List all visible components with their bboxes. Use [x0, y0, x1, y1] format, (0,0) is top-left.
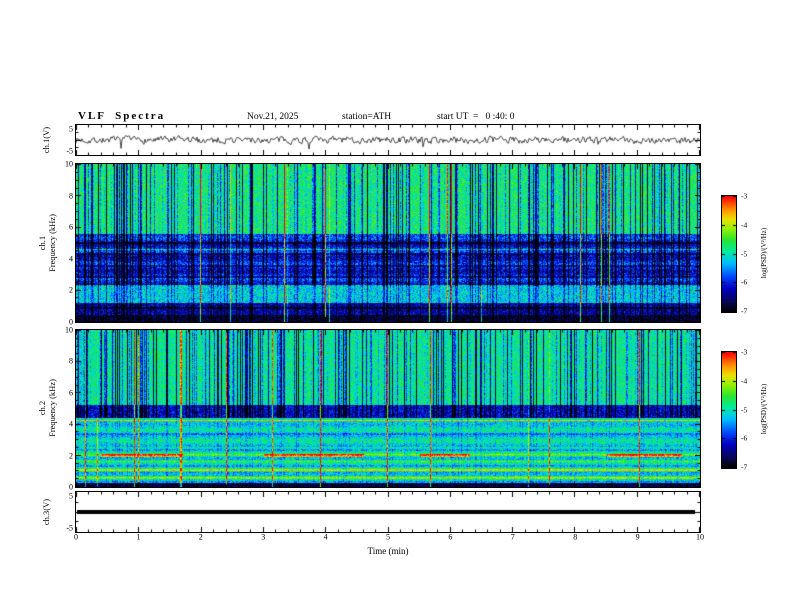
y-tick-label: -5: [66, 523, 73, 533]
colorbar-tick-label: -5: [741, 405, 748, 414]
colorbar-tick-label: -3: [741, 191, 748, 201]
ch3-waveform-panel: [75, 491, 701, 533]
x-tick-label: 4: [323, 532, 328, 542]
colorbar-2: [721, 351, 737, 469]
colorbar-tick-label: -5: [741, 249, 748, 258]
ch1-waveform-panel: [75, 124, 701, 156]
y-tick-label: 10: [65, 159, 73, 169]
colorbar-tick-label: -7: [741, 306, 748, 316]
y-tick-label: 6: [69, 222, 73, 232]
ch1-waveform-canvas: [76, 125, 700, 155]
colorbar-tick-label: -6: [741, 433, 748, 443]
x-tick-label: 0: [74, 532, 78, 542]
date-label: Nov.21, 2025: [247, 112, 299, 122]
y-tick-label: 10: [65, 325, 73, 335]
ch1-spectrogram-canvas: [76, 164, 700, 322]
colorbar-tick-label: -3: [741, 347, 748, 357]
ch3-waveform-canvas: [76, 492, 700, 532]
ch2-spectrogram-axis-label: ch.2 Frequency (kHz): [37, 379, 57, 437]
start-ut-label: start UT = 0 :40: 0: [437, 112, 515, 122]
x-tick-label: 8: [573, 532, 578, 542]
x-tick-label: 7: [510, 532, 515, 542]
y-tick-label: 0: [69, 482, 73, 492]
x-tick-label: 6: [448, 532, 453, 542]
colorbar-1: [721, 195, 737, 313]
x-tick-label: 3: [261, 532, 266, 542]
ch2-axis-label-line2: Frequency (kHz): [47, 379, 57, 437]
y-tick-label: 4: [69, 419, 73, 429]
ch1-spectrogram-panel: [75, 163, 701, 323]
colorbar-2-label: log(PSD)/(V²/Hz): [759, 383, 768, 435]
ch1-voltage-axis-label: ch.1(V): [40, 126, 51, 154]
x-axis-title: Time (min): [367, 546, 409, 556]
y-tick-label: 8: [69, 191, 73, 201]
colorbar-2-canvas: [722, 352, 736, 468]
y-tick-label: 8: [69, 356, 73, 366]
x-tick-label: 10: [696, 532, 704, 542]
colorbar-tick-label: -7: [741, 462, 748, 472]
ch3-voltage-axis-label: ch.3(V): [40, 498, 51, 526]
y-tick-label: -5: [66, 146, 73, 156]
ch1-axis-label-line2: Frequency (kHz): [47, 214, 57, 272]
vlf-spectra-figure: VLF Spectra Nov.21, 2025 station=ATH sta…: [0, 0, 792, 612]
x-tick-label: 9: [635, 532, 640, 542]
x-tick-label: 2: [198, 532, 203, 542]
station-label: station=ATH: [342, 112, 392, 122]
colorbar-tick-label: -4: [741, 220, 748, 230]
colorbar-1-canvas: [722, 196, 736, 312]
colorbar-1-label: log(PSD)/(V²/Hz): [759, 227, 768, 279]
x-tick-label: 5: [386, 532, 390, 542]
ch2-axis-label-line1: ch.2: [36, 400, 47, 416]
ch2-spectrogram-canvas: [76, 330, 700, 487]
ch2-spectrogram-panel: [75, 329, 701, 488]
x-tick-label: 1: [136, 532, 141, 542]
y-tick-label: 5: [69, 124, 73, 134]
y-tick-label: 2: [69, 451, 73, 461]
y-tick-label: 6: [69, 388, 73, 398]
y-tick-label: 4: [69, 254, 73, 264]
figure-title: VLF Spectra: [78, 110, 166, 122]
y-tick-label: 5: [69, 491, 73, 501]
colorbar-tick-label: -6: [741, 277, 748, 287]
ch1-axis-label-line1: ch.1: [36, 235, 47, 251]
colorbar-tick-label: -4: [741, 376, 748, 386]
ch1-spectrogram-axis-label: ch.1 Frequency (kHz): [37, 214, 57, 272]
y-tick-label: 2: [69, 285, 73, 295]
